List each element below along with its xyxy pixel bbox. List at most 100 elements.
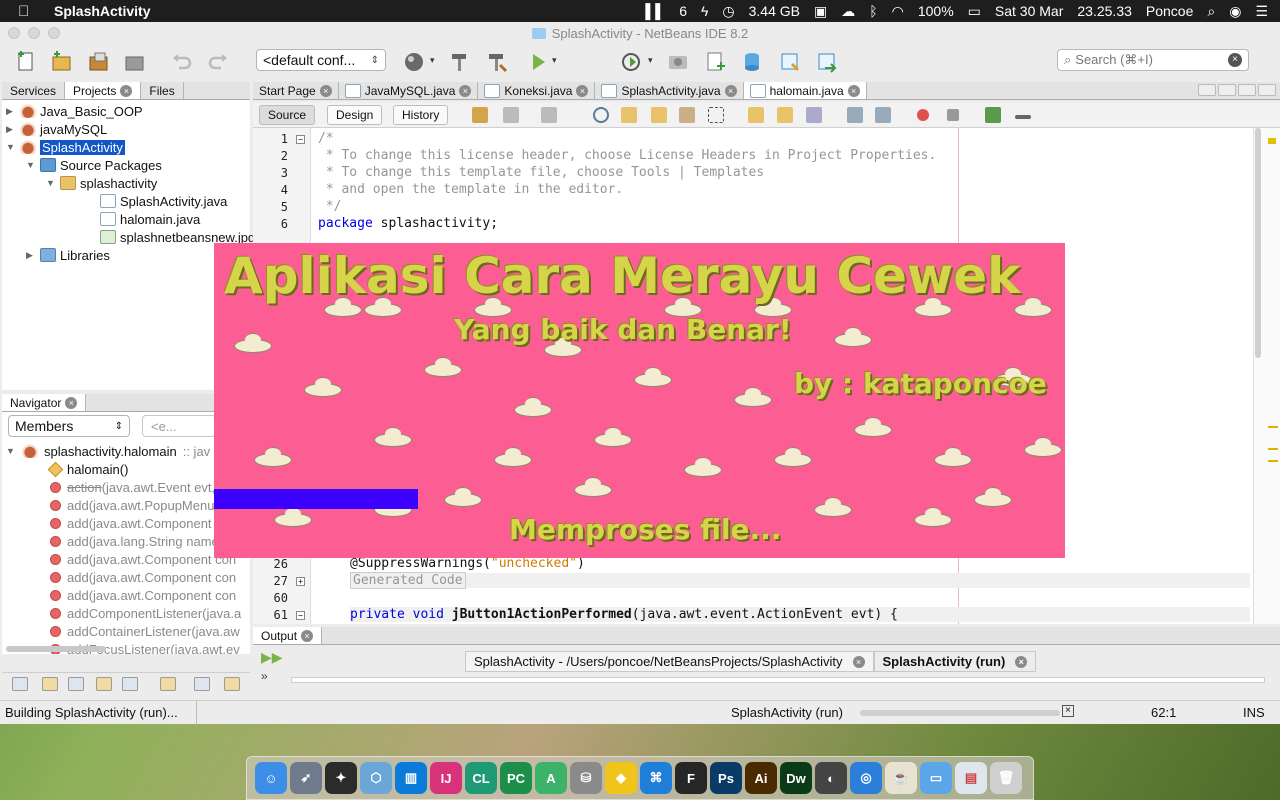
menu-app-name[interactable]: SplashActivity bbox=[54, 3, 150, 19]
code-line[interactable]: @SuppressWarnings("unchecked") bbox=[350, 556, 585, 571]
navigator-member[interactable]: add(java.lang.String name bbox=[50, 532, 219, 550]
clean-build-icon[interactable] bbox=[485, 50, 509, 74]
previous-bookmark-icon[interactable] bbox=[748, 107, 764, 123]
launchpad-icon[interactable]: ➶ bbox=[290, 762, 322, 794]
output-text-area[interactable] bbox=[291, 677, 1265, 683]
shift-right-icon[interactable] bbox=[875, 107, 891, 123]
code-line[interactable]: * and open the template in the editor. bbox=[318, 182, 623, 197]
tree-item[interactable]: ▼ SplashActivity bbox=[6, 138, 125, 156]
photoshop-icon[interactable]: Ps bbox=[710, 762, 742, 794]
element-filter-dropdown[interactable]: <e... bbox=[142, 415, 216, 437]
collapsed-arrow-icon[interactable]: ▶ bbox=[6, 106, 16, 117]
java-icon[interactable]: ☕ bbox=[885, 762, 917, 794]
run-dropdown-icon[interactable]: ▾ bbox=[552, 55, 557, 66]
editor-tab[interactable]: JavaMySQL.java × bbox=[339, 82, 479, 99]
history-view-button[interactable]: History bbox=[393, 105, 449, 125]
design-view-button[interactable]: Design bbox=[327, 105, 383, 125]
editor-tab[interactable]: halomain.java × bbox=[743, 82, 867, 99]
members-dropdown[interactable]: Members ⇕ bbox=[8, 415, 130, 437]
more-icon[interactable]: » bbox=[261, 669, 268, 683]
show-inherited-icon[interactable] bbox=[122, 677, 138, 691]
navigator-member[interactable]: halomain() bbox=[47, 460, 128, 478]
open-project-icon[interactable] bbox=[87, 50, 111, 74]
find-icon[interactable] bbox=[593, 107, 609, 123]
wifi-icon[interactable]: ◠ bbox=[892, 3, 904, 20]
rerun-icon[interactable]: ▶▶ bbox=[261, 649, 283, 666]
navigator-horizontal-scrollbar[interactable] bbox=[6, 646, 106, 652]
show-non-public-icon[interactable] bbox=[68, 677, 84, 691]
close-tab-icon[interactable]: × bbox=[847, 84, 860, 97]
check-icon[interactable] bbox=[985, 107, 1001, 123]
minimize-window-button[interactable] bbox=[28, 27, 40, 39]
sort-descending-icon[interactable] bbox=[224, 677, 240, 691]
tree-item[interactable]: ▼ Source Packages bbox=[26, 156, 162, 174]
collapsed-arrow-icon[interactable]: ▶ bbox=[6, 124, 16, 135]
navigator-member[interactable]: add(java.awt.PopupMenu bbox=[50, 496, 214, 514]
zoom-window-button[interactable] bbox=[48, 27, 60, 39]
illustrator-icon[interactable]: Ai bbox=[745, 762, 777, 794]
virtualbox-icon[interactable]: ⬡ bbox=[360, 762, 392, 794]
editor-tab[interactable]: Koneksi.java × bbox=[478, 82, 596, 99]
intellij-idea-icon[interactable]: IJ bbox=[430, 762, 462, 794]
annotation-marker[interactable] bbox=[1268, 426, 1278, 428]
visual-studio-code-icon[interactable]: ⌘ bbox=[640, 762, 672, 794]
close-window-button[interactable] bbox=[8, 27, 20, 39]
new-project-icon[interactable] bbox=[50, 50, 74, 74]
forward-icon[interactable] bbox=[541, 107, 557, 123]
annotation-marker[interactable] bbox=[1268, 460, 1278, 462]
tree-item[interactable]: ▼ splashactivity bbox=[46, 174, 157, 192]
code-line[interactable]: Generated Code bbox=[350, 572, 1250, 589]
stop-macro-icon[interactable] bbox=[947, 109, 959, 121]
comment-icon[interactable] bbox=[1015, 115, 1031, 119]
android-studio-icon[interactable]: A bbox=[535, 762, 567, 794]
back-icon[interactable] bbox=[503, 107, 519, 123]
fold-toggle-icon[interactable]: − bbox=[296, 611, 305, 620]
tab-files[interactable]: Files bbox=[141, 82, 184, 99]
navigator-member[interactable]: addComponentListener(java.a bbox=[50, 604, 241, 622]
code-line[interactable]: * To change this license header, choose … bbox=[318, 148, 937, 163]
final-cut-pro-icon[interactable]: ✦ bbox=[325, 762, 357, 794]
debug-dropdown-icon[interactable]: ▾ bbox=[648, 55, 653, 66]
tree-item[interactable]: ▶ Java_Basic_OOP bbox=[6, 102, 143, 120]
build-icon[interactable] bbox=[448, 50, 472, 74]
scrollbar-thumb[interactable] bbox=[1255, 128, 1261, 358]
navigator-member[interactable]: add(java.awt.Component con bbox=[50, 550, 236, 568]
navigator-root[interactable]: ▼ splashactivity.halomain:: jav bbox=[6, 442, 210, 460]
downloads-icon[interactable]: ▭ bbox=[920, 762, 952, 794]
pycharm-icon[interactable]: PC bbox=[500, 762, 532, 794]
last-edit-icon[interactable] bbox=[472, 107, 488, 123]
trello-icon[interactable]: ▥ bbox=[395, 762, 427, 794]
navigator-member[interactable]: add(java.awt.Component bbox=[50, 514, 212, 532]
close-output-icon[interactable]: × bbox=[301, 629, 314, 642]
fold-toggle-icon[interactable]: + bbox=[296, 577, 305, 586]
show-static-icon[interactable] bbox=[42, 677, 58, 691]
start-macro-icon[interactable] bbox=[917, 109, 929, 121]
figma-icon[interactable]: F bbox=[675, 762, 707, 794]
spotlight-search-icon[interactable]: ⌕ bbox=[1207, 3, 1215, 20]
editor-tab[interactable]: SplashActivity.java × bbox=[595, 82, 744, 99]
close-tab-icon[interactable]: × bbox=[852, 655, 865, 668]
notification-center-icon[interactable]: ☰ bbox=[1255, 3, 1268, 20]
globe-dropdown-icon[interactable]: ▾ bbox=[430, 55, 435, 66]
find-previous-icon[interactable] bbox=[621, 107, 637, 123]
toggle-bookmark-icon[interactable] bbox=[806, 107, 822, 123]
close-tab-icon[interactable]: × bbox=[319, 84, 332, 97]
output-tab[interactable]: SplashActivity (run) × bbox=[873, 651, 1037, 672]
close-project-icon[interactable] bbox=[123, 50, 147, 74]
cloud-icon[interactable]: ☁ bbox=[841, 3, 855, 20]
navigator-member[interactable]: addContainerListener(java.aw bbox=[50, 622, 240, 640]
lightning-icon[interactable]: ϟ bbox=[701, 3, 708, 19]
tab-list-icon[interactable] bbox=[1238, 84, 1256, 96]
sort-by-name-icon[interactable] bbox=[194, 677, 210, 691]
safari-icon[interactable]: ◎ bbox=[850, 762, 882, 794]
code-line[interactable]: package splashactivity; bbox=[318, 216, 498, 231]
source-view-button[interactable]: Source bbox=[259, 105, 316, 125]
scroll-left-icon[interactable] bbox=[1198, 84, 1216, 96]
apple-menu-icon[interactable]:  bbox=[18, 3, 36, 20]
code-line[interactable]: * To change this template file, choose T… bbox=[318, 165, 764, 180]
battery-percent[interactable]: 100% bbox=[918, 3, 954, 19]
date-text[interactable]: Sat 30 Mar bbox=[995, 3, 1063, 19]
finder-icon[interactable]: ☺ bbox=[255, 762, 287, 794]
navigator-member[interactable]: add(java.awt.Component con bbox=[50, 568, 236, 586]
sort-by-source-icon[interactable] bbox=[160, 677, 176, 691]
